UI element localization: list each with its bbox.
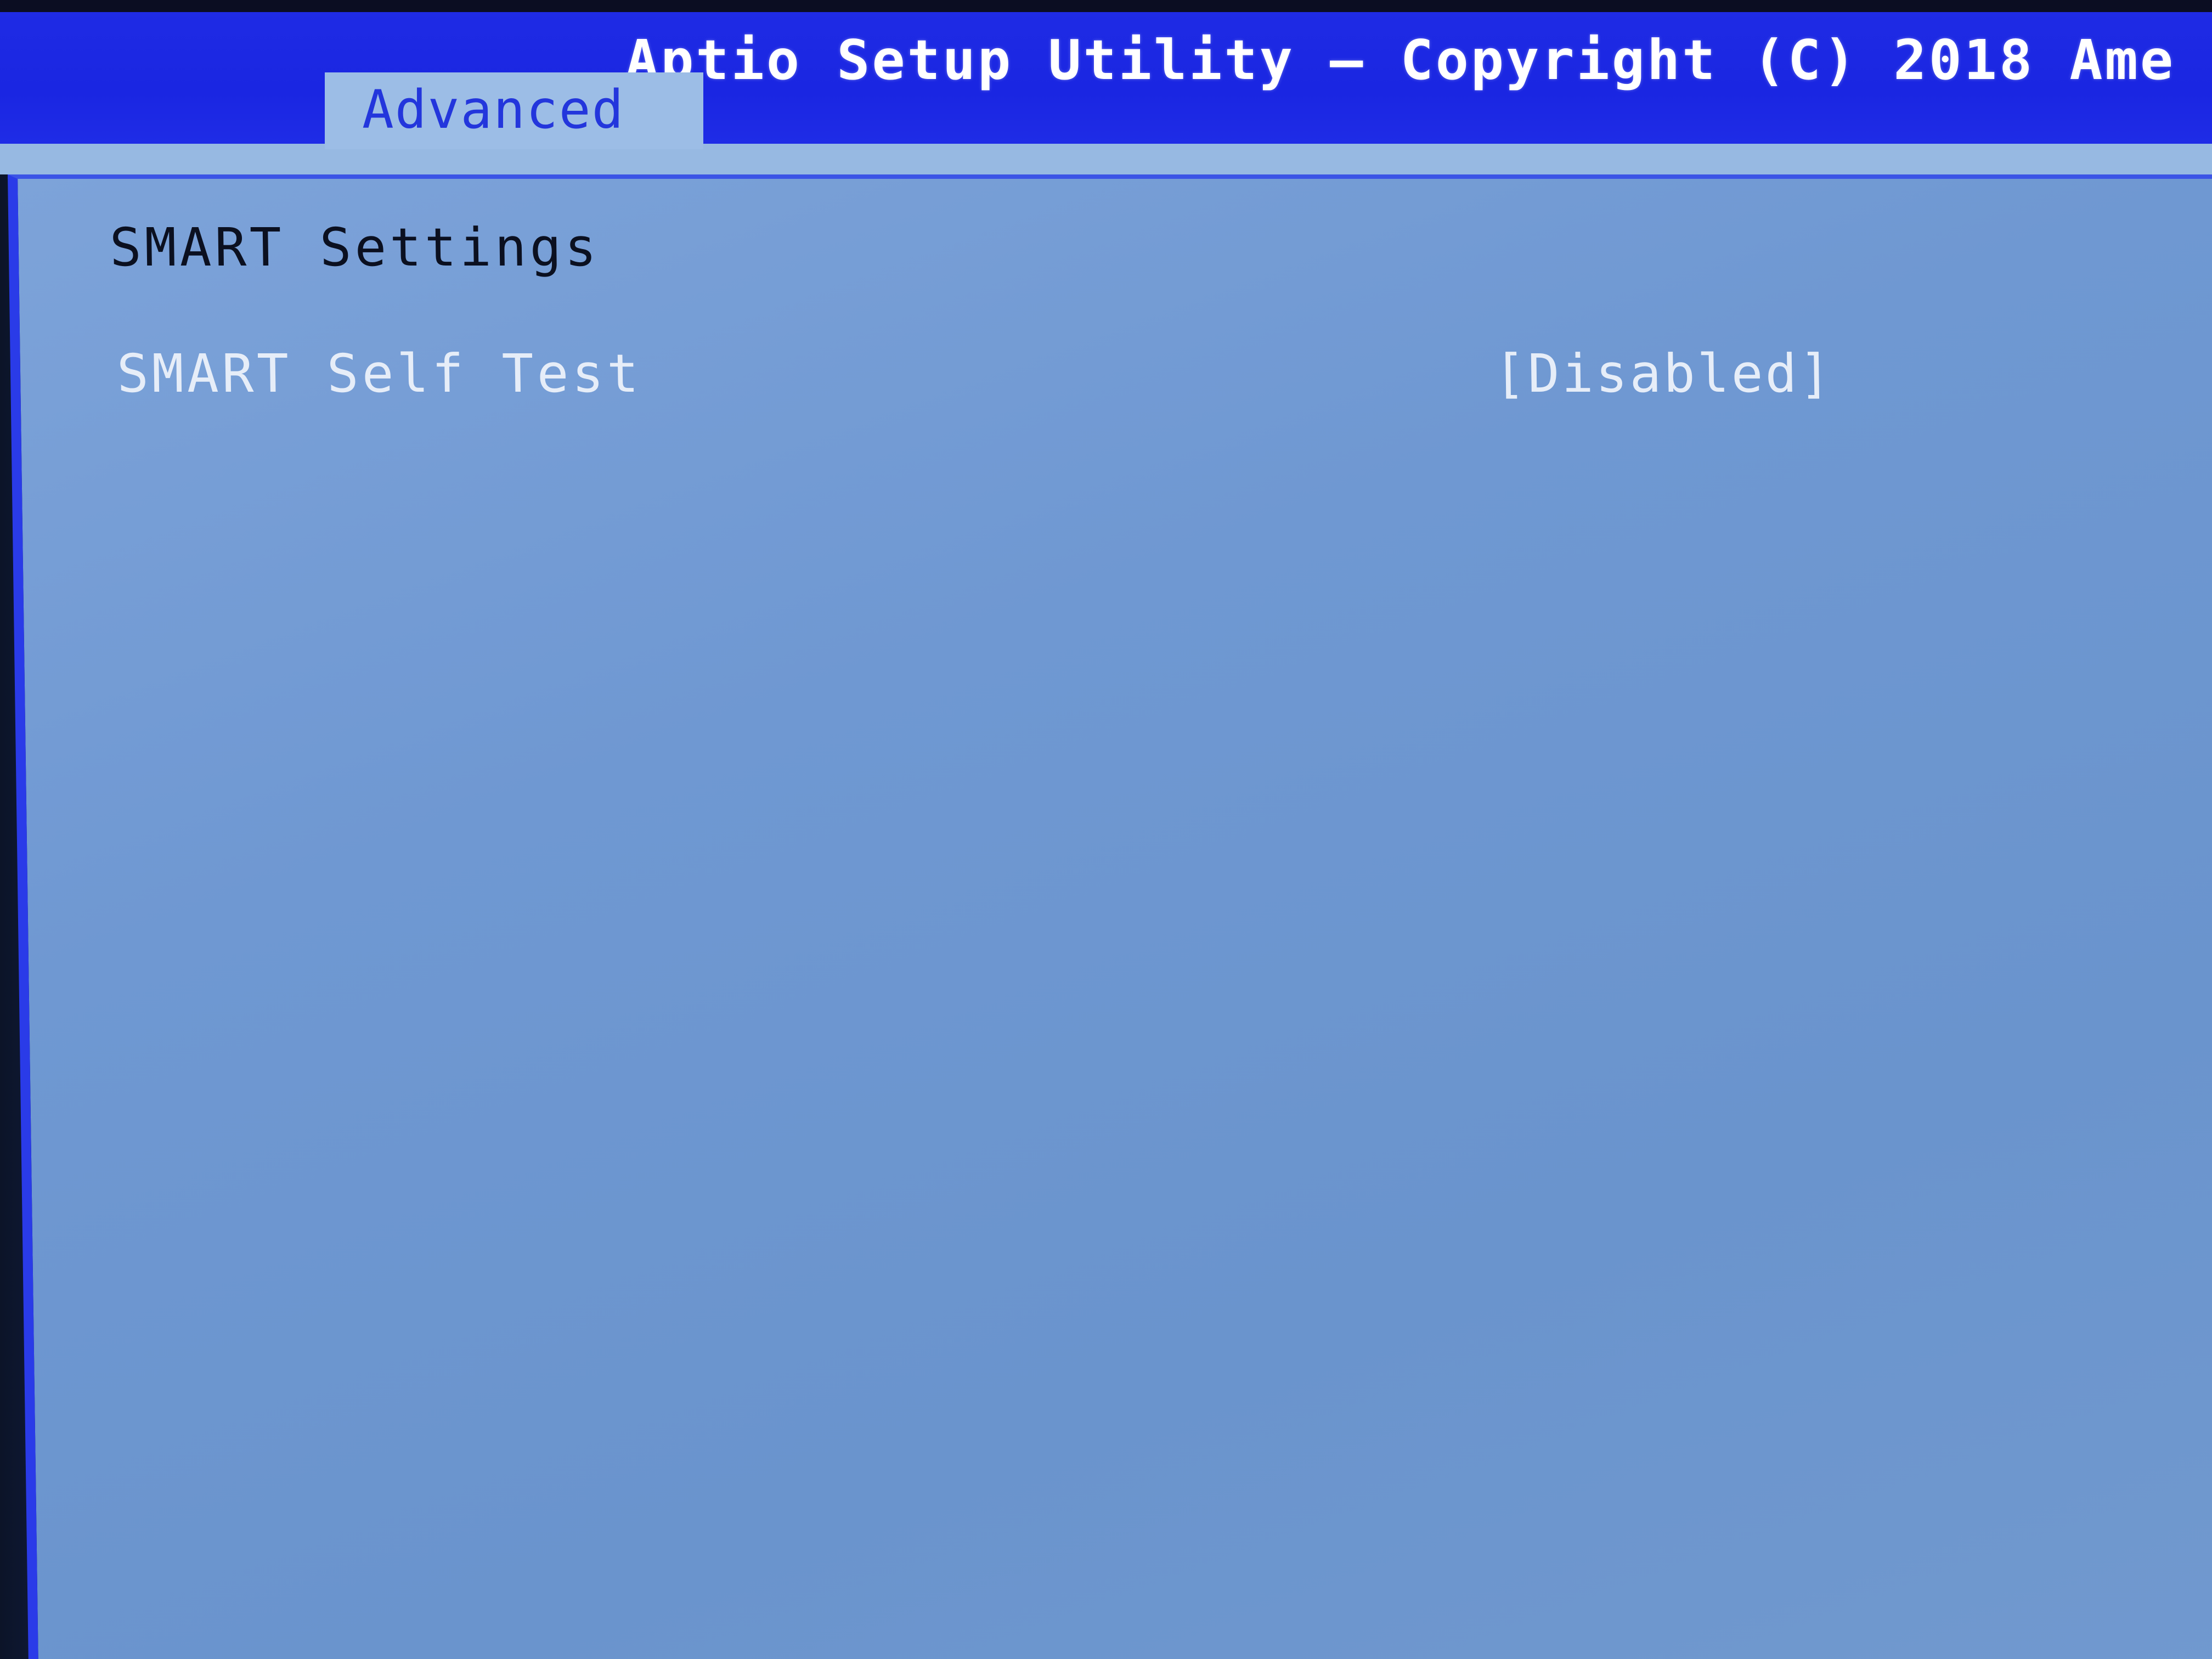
tab-advanced-label: Advanced [362, 79, 625, 140]
utility-title: Aptio Setup Utility – Copyright (C) 2018… [625, 28, 2176, 92]
bios-screen: Aptio Setup Utility – Copyright (C) 2018… [0, 0, 2212, 1659]
settings-panel: SMART Settings SMART Self Test [Disabled… [8, 174, 2212, 1659]
section-title: SMART Settings [109, 217, 600, 278]
setting-label: SMART Self Test [116, 343, 642, 404]
screen-bezel-top [0, 0, 2212, 12]
setting-value[interactable]: [Disabled] [1493, 343, 1833, 404]
setting-row-smart-self-test[interactable]: SMART Self Test [Disabled] [111, 343, 1867, 409]
